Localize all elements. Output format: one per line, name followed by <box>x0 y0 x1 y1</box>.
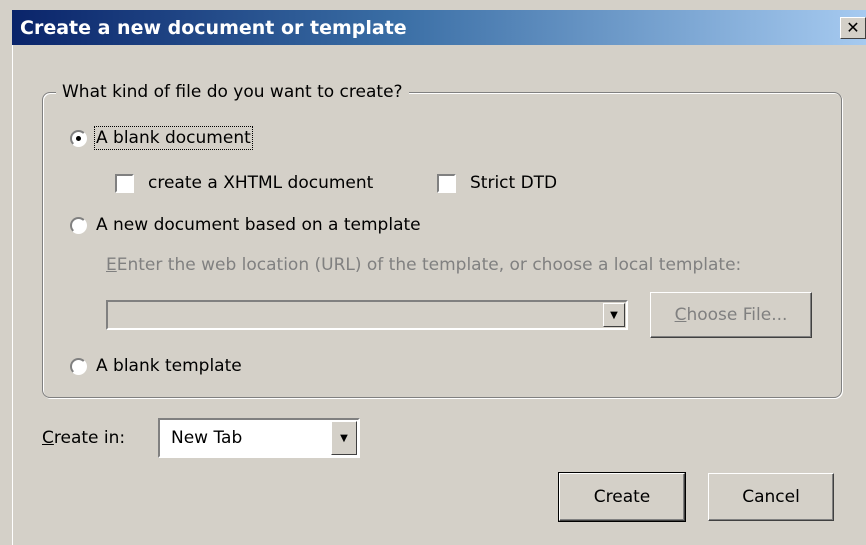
radio-template-document[interactable]: A new document based on a template <box>70 215 421 235</box>
create-in-text: reate in: <box>53 428 126 448</box>
radio-blank-document[interactable]: A blank document <box>70 126 253 150</box>
chevron-down-icon: ▼ <box>340 432 348 444</box>
radio-label: A blank template <box>96 356 242 376</box>
radio-blank-template[interactable]: A blank template <box>70 356 242 376</box>
cancel-label: Cancel <box>742 487 800 507</box>
title-bar: Create a new document or template ✕ <box>12 10 866 45</box>
close-icon: ✕ <box>846 18 860 37</box>
radio-button[interactable] <box>70 357 87 375</box>
radio-button[interactable] <box>70 216 87 234</box>
create-label: Create <box>593 487 651 507</box>
choose-file-button[interactable]: Choose File... <box>650 292 812 338</box>
cancel-button[interactable]: Cancel <box>708 473 834 521</box>
choose-file-mnemonic: C <box>674 305 687 325</box>
checkbox-label: Strict DTD <box>470 173 558 193</box>
dialog-title: Create a new document or template <box>20 16 407 39</box>
create-in-select[interactable]: New Tab ▼ <box>158 418 360 458</box>
template-hint: E Enter the web location (URL) of the tem… <box>106 255 741 275</box>
dropdown-button[interactable]: ▼ <box>331 421 357 455</box>
radio-button[interactable] <box>70 129 87 147</box>
choose-file-label: hoose File... <box>686 305 788 325</box>
radio-selected-dot <box>76 135 81 141</box>
group-legend: What kind of file do you want to create? <box>56 81 409 103</box>
create-in-label: Create in: <box>42 428 125 448</box>
checkbox-strict-dtd[interactable]: Strict DTD <box>437 173 557 193</box>
checkbox-box[interactable] <box>115 173 134 193</box>
close-button[interactable]: ✕ <box>840 17 866 39</box>
checkbox-label: create a XHTML document <box>148 173 374 193</box>
radio-label: A new document based on a template <box>96 215 421 235</box>
create-in-mnemonic: C <box>42 428 54 448</box>
dropdown-button[interactable]: ▼ <box>603 303 625 327</box>
template-url-combo[interactable]: ▼ <box>106 300 628 330</box>
window-edge <box>12 45 13 545</box>
chevron-down-icon: ▼ <box>610 309 618 321</box>
create-button[interactable]: Create <box>558 472 686 522</box>
hint-text: Enter the web location (URL) of the temp… <box>116 255 742 275</box>
radio-label: A blank document <box>94 126 253 150</box>
checkbox-xhtml[interactable]: create a XHTML document <box>115 173 373 193</box>
hint-mnemonic: E <box>106 255 117 275</box>
create-in-value: New Tab <box>171 428 243 448</box>
checkbox-box[interactable] <box>437 173 456 193</box>
